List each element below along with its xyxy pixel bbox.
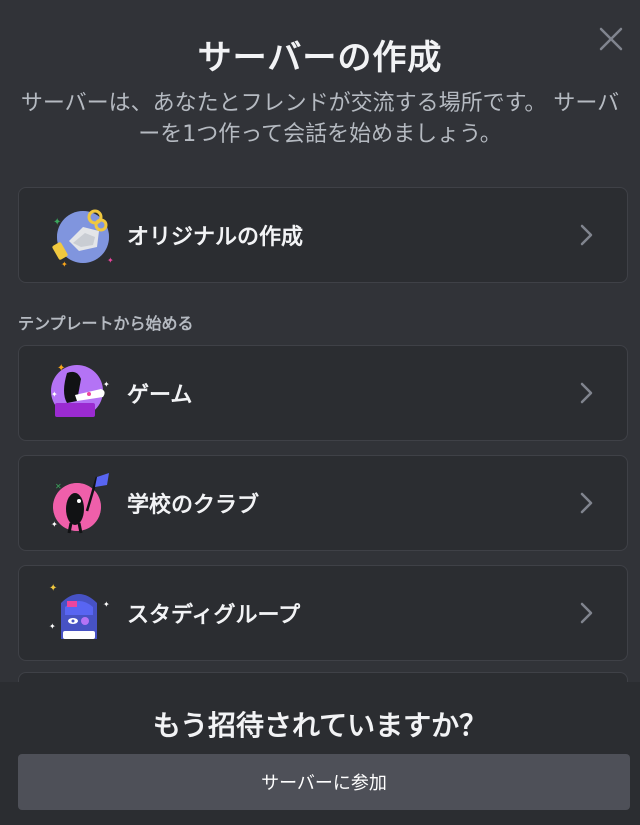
join-server-button[interactable]: サーバーに参加 bbox=[18, 754, 630, 810]
gaming-illustration-icon: ✦ ✦ ✦ bbox=[43, 357, 115, 429]
create-own-button[interactable]: ✦ ✦ ✦ オリジナルの作成 bbox=[18, 187, 628, 283]
svg-text:✦: ✦ bbox=[107, 256, 114, 265]
template-gaming-button[interactable]: ✦ ✦ ✦ ゲーム bbox=[18, 345, 628, 441]
template-label: 学校のクラブ bbox=[127, 493, 260, 518]
create-own-label: オリジナルの作成 bbox=[127, 225, 304, 250]
template-study-group-button[interactable]: ✦ ✦ ✦ スタディグループ bbox=[18, 565, 628, 661]
template-school-club-button[interactable]: ✕ ✦ 学校のクラブ bbox=[18, 455, 628, 551]
svg-text:✦: ✦ bbox=[51, 390, 58, 399]
svg-text:✦: ✦ bbox=[51, 520, 58, 529]
study-group-illustration-icon: ✦ ✦ ✦ bbox=[43, 577, 115, 649]
chevron-right-icon bbox=[580, 602, 593, 624]
create-own-illustration-icon: ✦ ✦ ✦ bbox=[43, 199, 115, 271]
svg-text:✦: ✦ bbox=[49, 583, 57, 594]
svg-text:✕: ✕ bbox=[55, 482, 62, 491]
school-club-illustration-icon: ✕ ✦ bbox=[43, 467, 115, 539]
template-label: スタディグループ bbox=[127, 603, 301, 628]
chevron-right-icon bbox=[580, 382, 593, 404]
svg-text:✦: ✦ bbox=[57, 363, 65, 374]
templates-heading: テンプレートから始める bbox=[18, 314, 194, 333]
svg-text:✦: ✦ bbox=[49, 622, 56, 631]
footer-title: もう招待されていますか？ bbox=[152, 709, 488, 742]
modal-title: サーバーの作成 bbox=[197, 38, 443, 78]
create-server-modal: サーバーの作成 サーバーは、あなたとフレンドが交流する場所です。 サーバーを1つ… bbox=[0, 0, 640, 825]
svg-text:✦: ✦ bbox=[61, 260, 68, 269]
svg-text:✦: ✦ bbox=[103, 380, 110, 389]
template-label: ゲーム bbox=[127, 383, 193, 408]
modal-footer: もう招待されていますか？ サーバーに参加 bbox=[0, 682, 640, 825]
svg-text:✦: ✦ bbox=[53, 217, 61, 228]
chevron-right-icon bbox=[580, 492, 593, 514]
chevron-right-icon bbox=[580, 224, 593, 246]
modal-subtitle: サーバーは、あなたとフレンドが交流する場所です。 サーバーを1つ作って会話を始め… bbox=[20, 91, 620, 147]
svg-text:✦: ✦ bbox=[103, 600, 110, 609]
